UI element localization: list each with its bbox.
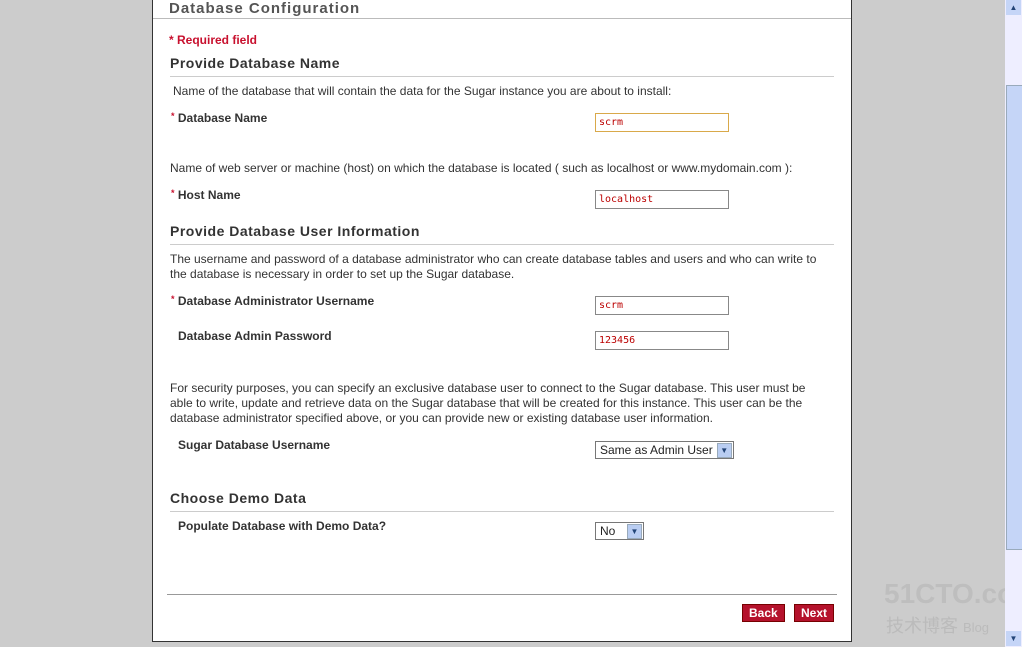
sugar-username-select[interactable]: Same as Admin User ▼ xyxy=(595,441,734,459)
divider xyxy=(153,18,851,19)
required-note: * Required field xyxy=(169,33,258,47)
db-name-label: Database Name xyxy=(177,111,268,125)
admin-username-input[interactable] xyxy=(595,296,729,315)
divider xyxy=(170,244,834,245)
sugar-user-label: Sugar Database Username xyxy=(178,438,331,452)
admin-password-input[interactable] xyxy=(595,331,729,350)
watermark-logo: 51CTO.com xyxy=(884,578,1022,609)
scroll-down-icon[interactable]: ▼ xyxy=(1006,631,1021,646)
scroll-up-icon[interactable]: ▲ xyxy=(1006,0,1021,15)
demo-data-select[interactable]: No ▼ xyxy=(595,522,644,540)
chevron-down-icon: ▼ xyxy=(716,442,732,458)
admin-user-label: Database Administrator Username xyxy=(177,294,375,308)
watermark-text: 技术博客 xyxy=(886,616,958,636)
section-heading: Provide Database User Information xyxy=(170,223,420,239)
database-name-input[interactable] xyxy=(595,113,729,132)
required-star: * xyxy=(171,188,175,198)
host-name-input[interactable] xyxy=(595,190,729,209)
scrollbar-thumb[interactable] xyxy=(1006,85,1022,550)
section-heading: Provide Database Name xyxy=(170,55,341,71)
watermark-text: Blog xyxy=(963,620,990,635)
section-desc: The username and password of a database … xyxy=(170,252,817,281)
next-button[interactable]: Next xyxy=(794,604,835,622)
watermark-subtitle: 技术博客 Blog xyxy=(886,612,989,638)
chevron-down-icon: ▼ xyxy=(627,523,642,539)
section-desc: Name of the database that will contain t… xyxy=(173,84,672,98)
admin-pass-label: Database Admin Password xyxy=(178,329,332,343)
divider xyxy=(170,511,834,512)
required-star: * xyxy=(171,294,175,304)
required-star: * xyxy=(171,111,175,121)
demo-label: Populate Database with Demo Data? xyxy=(178,519,387,533)
section-heading: Choose Demo Data xyxy=(170,490,307,506)
divider xyxy=(167,594,837,595)
security-desc: For security purposes, you can specify a… xyxy=(170,381,806,425)
select-value: No xyxy=(600,524,616,538)
divider xyxy=(170,76,834,77)
page-title: Database Configuration xyxy=(169,0,361,17)
host-label: Host Name xyxy=(177,188,241,202)
select-value: Same as Admin User xyxy=(600,443,713,457)
install-panel: Database Configuration * Required field … xyxy=(152,0,852,642)
host-desc: Name of web server or machine (host) on … xyxy=(170,161,793,175)
back-button[interactable]: Back xyxy=(742,604,785,622)
